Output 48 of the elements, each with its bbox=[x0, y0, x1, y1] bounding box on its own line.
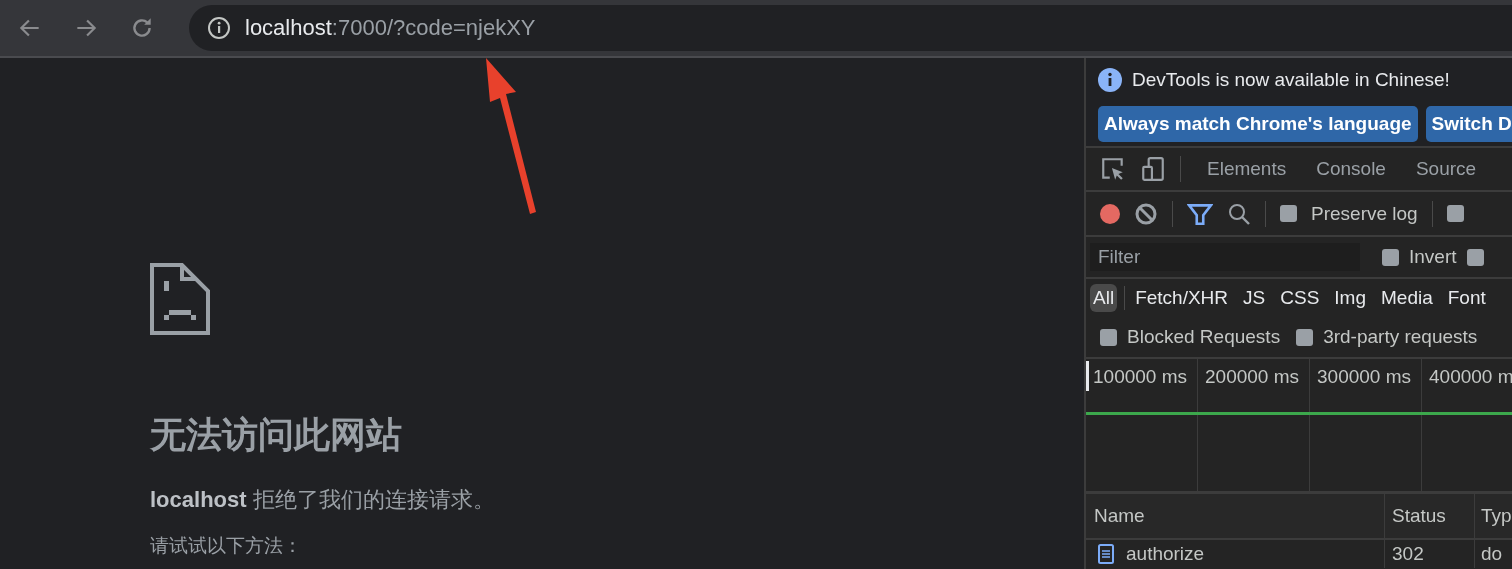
panel-tab[interactable]: Console bbox=[1316, 158, 1386, 180]
checkbox[interactable] bbox=[1466, 248, 1484, 266]
timeline-tick: 400000 m bbox=[1429, 366, 1512, 387]
type-filter[interactable]: All bbox=[1090, 284, 1118, 312]
document-icon bbox=[1098, 544, 1114, 564]
infobar-button[interactable]: Switch D bbox=[1425, 106, 1512, 142]
type-filter[interactable]: Font bbox=[1444, 284, 1489, 312]
address-bar[interactable]: localhost:7000/?code=njekXY bbox=[189, 5, 1512, 51]
column-header[interactable]: Name bbox=[1086, 505, 1384, 527]
column-header[interactable]: Status bbox=[1384, 494, 1474, 538]
timeline-tick: 100000 ms bbox=[1093, 366, 1187, 387]
filter-field[interactable]: Filter bbox=[1090, 243, 1360, 271]
timeline-tick: 200000 ms bbox=[1205, 366, 1299, 387]
checkbox-label: Invert bbox=[1409, 246, 1457, 268]
type-filter[interactable]: JS bbox=[1240, 284, 1269, 312]
search-icon[interactable] bbox=[1227, 201, 1251, 226]
column-header[interactable]: Typ bbox=[1474, 494, 1512, 538]
checkbox-label: Preserve log bbox=[1311, 202, 1418, 225]
error-message: localhost 拒绝了我们的连接请求。 bbox=[150, 486, 495, 514]
panel-tab[interactable]: Source bbox=[1415, 158, 1477, 180]
checkbox-label: 3rd-party requests bbox=[1323, 326, 1478, 348]
error-title: 无法访问此网站 bbox=[150, 413, 402, 457]
type-filter[interactable]: Img bbox=[1331, 284, 1369, 312]
info-icon[interactable] bbox=[207, 16, 231, 40]
checkbox[interactable] bbox=[1100, 328, 1117, 346]
error-hint: 请试试以下方法： bbox=[150, 534, 302, 558]
checkbox[interactable] bbox=[1280, 205, 1297, 222]
table-cell: 302 bbox=[1392, 543, 1424, 565]
sad-page-icon bbox=[150, 263, 210, 335]
checkbox[interactable] bbox=[1446, 205, 1464, 222]
type-filter[interactable]: Fetch/XHR bbox=[1132, 284, 1232, 312]
record-icon[interactable] bbox=[1100, 203, 1120, 224]
infobar-button[interactable]: Always match Chrome's language bbox=[1098, 106, 1418, 142]
clear-icon[interactable] bbox=[1134, 201, 1158, 226]
device-icon[interactable] bbox=[1140, 156, 1166, 182]
inspect-icon[interactable] bbox=[1100, 156, 1126, 182]
table-cell[interactable]: authorize bbox=[1126, 543, 1205, 565]
infobar-message: DevTools is now available in Chinese! bbox=[1132, 69, 1450, 91]
checkbox[interactable] bbox=[1296, 328, 1314, 346]
checkbox[interactable] bbox=[1382, 248, 1399, 266]
checkbox-label: Blocked Requests bbox=[1127, 326, 1281, 348]
info-icon bbox=[1098, 68, 1122, 92]
timeline-tick: 300000 ms bbox=[1317, 366, 1411, 387]
type-filter[interactable]: CSS bbox=[1277, 284, 1323, 312]
panel-tab[interactable]: Elements bbox=[1207, 158, 1287, 180]
table-cell: do bbox=[1481, 543, 1503, 565]
type-filter[interactable]: Media bbox=[1378, 284, 1436, 312]
url-text: localhost:7000/?code=njekXY bbox=[245, 15, 536, 41]
